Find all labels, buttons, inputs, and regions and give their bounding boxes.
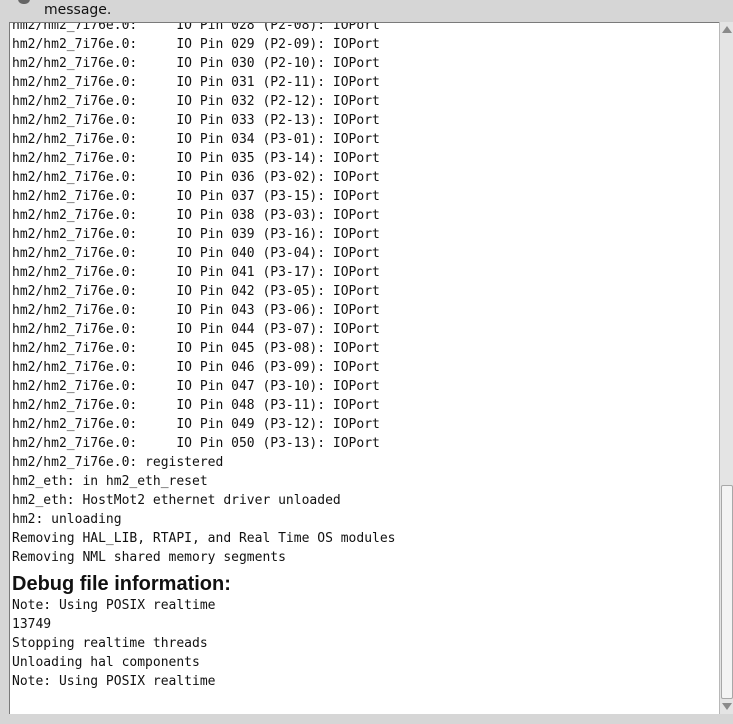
log-line: hm2/hm2_7i76e.0: IO Pin 040 (P3-04): IOP… — [12, 246, 380, 261]
log-line: hm2/hm2_7i76e.0: IO Pin 049 (P3-12): IOP… — [12, 417, 380, 432]
scroll-down-arrow-icon[interactable] — [722, 703, 732, 710]
log-line: hm2/hm2_7i76e.0: IO Pin 028 (P2-08): IOP… — [12, 22, 380, 33]
debug-lines: Note: Using POSIX realtime 13749 Stopping … — [12, 596, 712, 691]
debug-line: Note: Using POSIX realtime — [12, 674, 216, 689]
debug-line: Stopping realtime threads — [12, 636, 208, 651]
log-line: hm2/hm2_7i76e.0: registered — [12, 455, 224, 470]
dialog-warning-icon — [18, 0, 30, 4]
linuxcnc-error-dialog: message. hm2/hm2_7i76e.0: IO Pin 028 (P2… — [0, 0, 733, 724]
debug-line: Note: Using POSIX realtime — [12, 598, 216, 613]
vertical-scrollbar[interactable] — [719, 22, 733, 714]
log-line: hm2: unloading — [12, 512, 122, 527]
log-line: hm2/hm2_7i76e.0: IO Pin 031 (P2-11): IOP… — [12, 75, 380, 90]
log-content: hm2/hm2_7i76e.0: IO Pin 028 (P2-08): IOP… — [12, 22, 712, 691]
log-line: hm2/hm2_7i76e.0: IO Pin 034 (P3-01): IOP… — [12, 132, 380, 147]
log-line: hm2/hm2_7i76e.0: IO Pin 038 (P3-03): IOP… — [12, 208, 380, 223]
log-line: hm2_eth: in hm2_eth_reset — [12, 474, 208, 489]
log-line: Removing NML shared memory segments — [12, 550, 286, 565]
scroll-up-arrow-icon[interactable] — [722, 26, 732, 33]
log-text-view[interactable]: hm2/hm2_7i76e.0: IO Pin 028 (P2-08): IOP… — [9, 22, 720, 716]
log-line: hm2_eth: HostMot2 ethernet driver unload… — [12, 493, 341, 508]
log-line: hm2/hm2_7i76e.0: IO Pin 048 (P3-11): IOP… — [12, 398, 380, 413]
log-line: hm2/hm2_7i76e.0: IO Pin 030 (P2-10): IOP… — [12, 56, 380, 71]
log-line: hm2/hm2_7i76e.0: IO Pin 035 (P3-14): IOP… — [12, 151, 380, 166]
debug-heading: Debug file information: — [12, 573, 231, 595]
log-line: hm2/hm2_7i76e.0: IO Pin 045 (P3-08): IOP… — [12, 341, 380, 356]
dialog-message: message. — [0, 0, 733, 20]
log-line: hm2/hm2_7i76e.0: IO Pin 033 (P2-13): IOP… — [12, 113, 380, 128]
log-line: hm2/hm2_7i76e.0: IO Pin 044 (P3-07): IOP… — [12, 322, 380, 337]
log-line: hm2/hm2_7i76e.0: IO Pin 041 (P3-17): IOP… — [12, 265, 380, 280]
log-line: hm2/hm2_7i76e.0: IO Pin 036 (P3-02): IOP… — [12, 170, 380, 185]
log-line: hm2/hm2_7i76e.0: IO Pin 039 (P3-16): IOP… — [12, 227, 380, 242]
log-line: hm2/hm2_7i76e.0: IO Pin 037 (P3-15): IOP… — [12, 189, 380, 204]
log-line: hm2/hm2_7i76e.0: IO Pin 043 (P3-06): IOP… — [12, 303, 380, 318]
dialog-message-line-2: message. — [44, 2, 112, 18]
log-line: hm2/hm2_7i76e.0: IO Pin 046 (P3-09): IOP… — [12, 360, 380, 375]
log-line: Removing HAL_LIB, RTAPI, and Real Time O… — [12, 531, 396, 546]
log-lines: hm2/hm2_7i76e.0: IO Pin 028 (P2-08): IOP… — [12, 22, 712, 567]
scrollbar-thumb[interactable] — [721, 485, 733, 699]
log-line: hm2/hm2_7i76e.0: IO Pin 042 (P3-05): IOP… — [12, 284, 380, 299]
log-line: hm2/hm2_7i76e.0: IO Pin 047 (P3-10): IOP… — [12, 379, 380, 394]
log-line: hm2/hm2_7i76e.0: IO Pin 050 (P3-13): IOP… — [12, 436, 380, 451]
debug-line: 13749 — [12, 617, 52, 632]
dialog-bottom-area — [0, 714, 733, 724]
debug-line: Unloading hal components — [12, 655, 200, 670]
log-line: hm2/hm2_7i76e.0: IO Pin 029 (P2-09): IOP… — [12, 37, 380, 52]
log-line: hm2/hm2_7i76e.0: IO Pin 032 (P2-12): IOP… — [12, 94, 380, 109]
